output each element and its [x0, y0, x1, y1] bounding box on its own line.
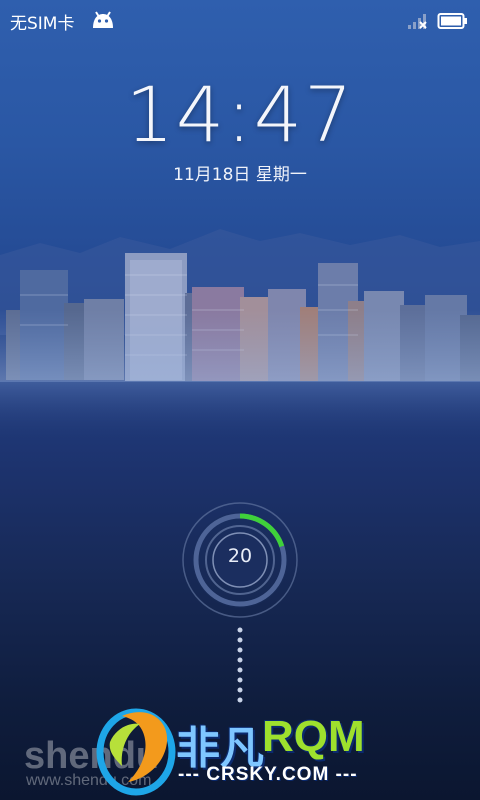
crsky-url-watermark: --- CRSKY.COM --- [178, 764, 358, 785]
clock-time: 14:47 [125, 70, 355, 159]
carrier-label: 无SIM卡 [10, 14, 75, 34]
drag-indicator-dots[interactable] [234, 626, 246, 706]
signal-no-sim-icon [408, 14, 427, 29]
crsky-logo-icon [96, 708, 176, 796]
android-debug-icon [93, 11, 113, 28]
city-skyline-wallpaper [0, 229, 480, 445]
lock-screen: 无SIM卡 14:47 11月18日 星期一 20 shendu www.she… [0, 0, 480, 800]
rom-watermark: RQM [262, 712, 365, 761]
status-bar: 无SIM卡 [0, 0, 480, 40]
clock-date: 11月18日 星期一 [173, 165, 307, 185]
unlock-count: 20 [227, 545, 253, 567]
battery-icon [437, 13, 467, 29]
